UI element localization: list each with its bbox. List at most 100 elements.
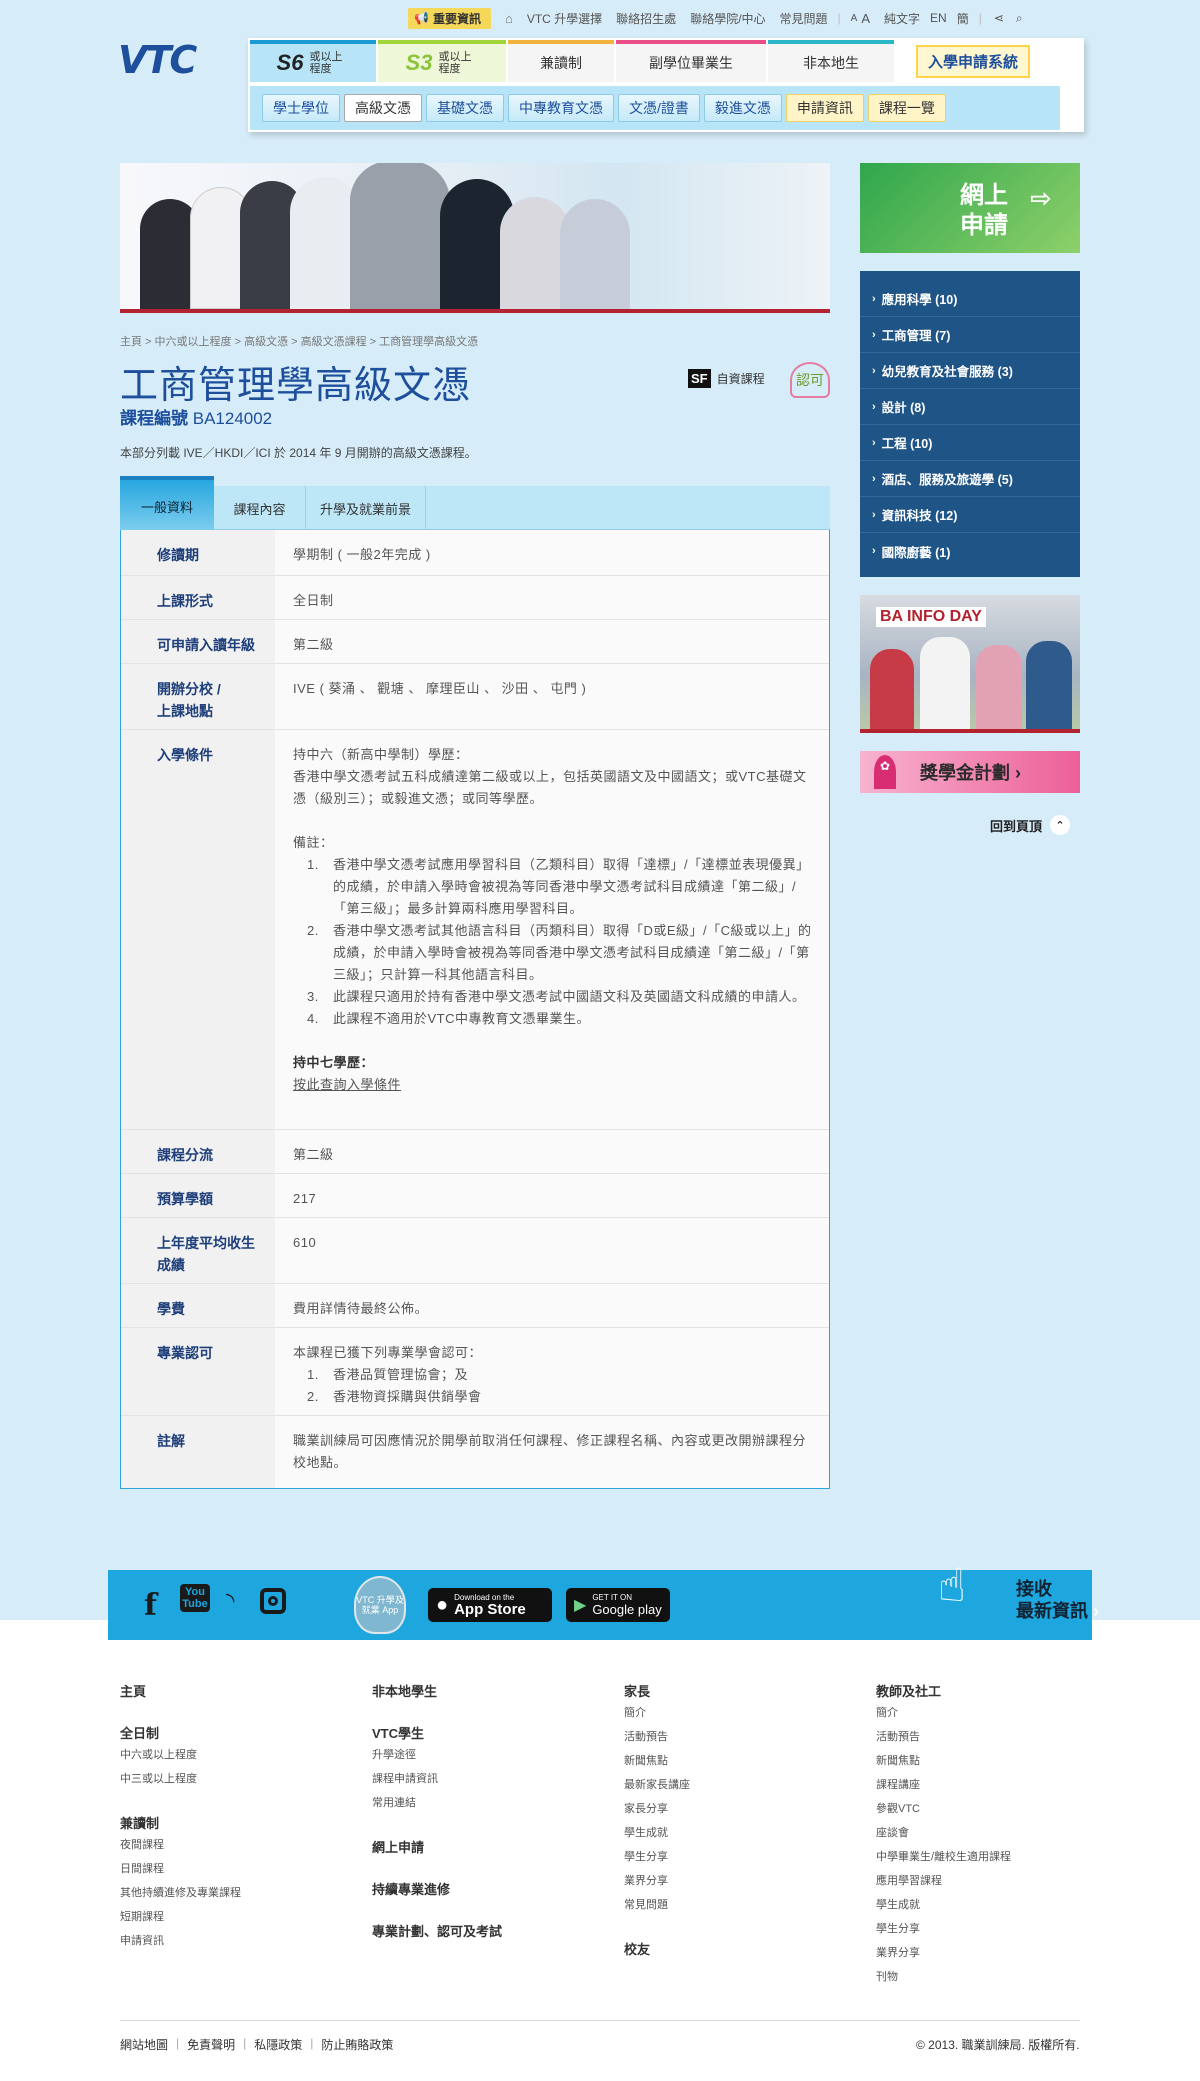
vtc-logo[interactable]: VTC — [118, 38, 206, 94]
top-link-faq[interactable]: 常見問題 — [780, 10, 828, 27]
nav-nonlocal[interactable]: 非本地生 — [768, 40, 894, 82]
back-to-top-link[interactable]: 回到頁頂 ⌃ — [990, 815, 1071, 835]
sitemap-link[interactable]: 網站地圖 — [120, 2036, 168, 2053]
footer-link[interactable]: 學生成就 — [624, 1821, 690, 1845]
subnav-diploma-certificate[interactable]: 文憑/證書 — [618, 94, 700, 122]
app-store-button[interactable]: ● Download on the App Store — [428, 1588, 552, 1622]
f7-requirements-link[interactable]: 按此查詢入學條件 — [293, 1074, 813, 1096]
footer-link[interactable]: 座談會 — [876, 1821, 1011, 1845]
category-item[interactable]: › 設計 (8) — [860, 389, 1080, 425]
footer-link[interactable]: 中三或以上程度 — [120, 1767, 241, 1791]
top-link-institutes[interactable]: 聯絡學院/中心 — [690, 10, 765, 27]
footer-link[interactable]: 家長分享 — [624, 1797, 690, 1821]
footer-link[interactable]: 中六或以上程度 — [120, 1743, 241, 1767]
footer-link[interactable]: 短期課程 — [120, 1905, 241, 1929]
footer-link[interactable]: 日間課程 — [120, 1857, 241, 1881]
vtc-app-badge[interactable]: VTC 升學及就業 App — [354, 1576, 406, 1634]
footer-link[interactable]: 最新家長講座 — [624, 1773, 690, 1797]
footer-link[interactable]: 簡介 — [876, 1701, 1011, 1725]
footer-heading[interactable]: 網上申請 — [372, 1839, 502, 1857]
footer-link[interactable]: 其他持續進修及專業課程 — [120, 1881, 241, 1905]
youtube-icon[interactable]: You Tube — [180, 1584, 210, 1612]
lang-sc-link[interactable]: 簡 — [957, 10, 969, 27]
breadcrumb[interactable]: 主頁 > 中六或以上程度 > 高級文憑 > 高級文憑課程 > 工商管理學高級文憑 — [120, 333, 478, 349]
footer-link[interactable]: 申請資訊 — [120, 1929, 241, 1953]
instagram-icon[interactable] — [260, 1588, 286, 1614]
footer-link[interactable]: 升學途徑 — [372, 1743, 502, 1767]
plain-text-link[interactable]: 純文字 — [884, 10, 920, 27]
footer-heading[interactable]: 主頁 — [120, 1683, 241, 1701]
category-item[interactable]: › 酒店、服務及旅遊學 (5) — [860, 461, 1080, 497]
footer-link[interactable]: 常見問題 — [624, 1893, 690, 1917]
footer-link[interactable]: 學生分享 — [876, 1917, 1011, 1941]
footer-link[interactable]: 新聞焦點 — [624, 1749, 690, 1773]
footer-link[interactable]: 課程講座 — [876, 1773, 1011, 1797]
footer-heading[interactable]: 校友 — [624, 1941, 690, 1959]
chevron-up-icon: ⌃ — [1050, 815, 1071, 835]
tab-course-content[interactable]: 課程內容 — [214, 486, 306, 530]
footer-link[interactable]: 常用連結 — [372, 1791, 502, 1815]
info-day-banner[interactable]: BA INFO DAY — [860, 595, 1080, 733]
important-news-button[interactable]: 📢 重要資訊 — [408, 7, 491, 29]
anti-bribery-link[interactable]: 防止賄賂政策 — [321, 2036, 393, 2053]
footer-link[interactable]: 業界分享 — [876, 1941, 1011, 1965]
footer-link[interactable]: 簡介 — [624, 1701, 690, 1725]
footer-link[interactable]: 學生成就 — [876, 1893, 1011, 1917]
footer-heading[interactable]: 家長 — [624, 1683, 690, 1701]
footer-heading[interactable]: 持續專業進修 — [372, 1881, 502, 1899]
footer-link[interactable]: 中學畢業生/離校生適用課程 — [876, 1845, 1011, 1869]
footer-link[interactable]: 學生分享 — [624, 1845, 690, 1869]
subnav-higher-diploma[interactable]: 高級文憑 — [344, 94, 422, 122]
category-item[interactable]: › 國際廚藝 (1) — [860, 533, 1080, 569]
footer-heading[interactable]: 專業計劃、認可及考試 — [372, 1923, 502, 1941]
footer-heading[interactable]: 全日制 — [120, 1725, 241, 1743]
receive-news-button[interactable]: ☝ 接收 最新資訊 › — [938, 1558, 1118, 1638]
facebook-icon[interactable]: f — [144, 1588, 157, 1623]
subnav-course-list[interactable]: 課程一覽 — [867, 94, 946, 122]
share-icon[interactable]: ⋖ — [994, 11, 1004, 25]
category-item[interactable]: › 資訊科技 (12) — [860, 497, 1080, 533]
privacy-link[interactable]: 私隱政策 — [254, 2036, 302, 2053]
footer-heading[interactable]: 兼讀制 — [120, 1815, 241, 1833]
footer-link[interactable]: 刊物 — [876, 1965, 1011, 1989]
nav-associate[interactable]: 副學位畢業生 — [616, 40, 766, 82]
subnav-application-info[interactable]: 申請資訊 — [785, 94, 864, 122]
footer-link[interactable]: 應用學習課程 — [876, 1869, 1011, 1893]
subnav-foundation-diploma[interactable]: 基礎文憑 — [426, 94, 504, 122]
top-link-admission[interactable]: 聯絡招生處 — [616, 10, 676, 27]
subnav-yi-jin[interactable]: 毅進文憑 — [703, 94, 782, 122]
footer-link[interactable]: 課程申請資訊 — [372, 1767, 502, 1791]
category-item[interactable]: › 工商管理 (7) — [860, 317, 1080, 353]
rss-icon[interactable]: ◝ — [226, 1588, 235, 1614]
scholarship-button[interactable]: ✿ 獎學金計劃 › — [860, 751, 1080, 793]
nav-parttime[interactable]: 兼讀制 — [508, 40, 614, 82]
subnav-diploma-vocational[interactable]: 中專教育文憑 — [508, 94, 614, 122]
nav-apply-system[interactable]: 入學申請系統 — [896, 40, 1050, 82]
category-item[interactable]: › 應用科學 (10) — [860, 281, 1080, 317]
footer-heading[interactable]: 教師及社工 — [876, 1683, 1011, 1701]
footer-heading[interactable]: 非本地學生 — [372, 1683, 502, 1701]
font-small-button[interactable]: A — [851, 13, 858, 24]
online-apply-button[interactable]: 網上 申請 ⇨ — [860, 163, 1080, 253]
nav-s3[interactable]: S3 或以上程度 — [378, 40, 506, 82]
tab-career-prospects[interactable]: 升學及就業前景 — [306, 486, 426, 530]
nav-s6[interactable]: S6 或以上程度 — [250, 40, 376, 82]
subnav-degree[interactable]: 學士學位 — [262, 94, 340, 122]
lang-en-link[interactable]: EN — [930, 11, 947, 25]
footer-link[interactable]: 參觀VTC — [876, 1797, 1011, 1821]
footer-heading[interactable]: VTC學生 — [372, 1725, 502, 1743]
home-icon[interactable]: ⌂ — [505, 11, 513, 26]
category-item[interactable]: › 幼兒教育及社會服務 (3) — [860, 353, 1080, 389]
footer-link[interactable]: 業界分享 — [624, 1869, 690, 1893]
category-item[interactable]: › 工程 (10) — [860, 425, 1080, 461]
footer-link[interactable]: 新聞焦點 — [876, 1749, 1011, 1773]
disclaimer-link[interactable]: 免責聲明 — [187, 2036, 235, 2053]
footer-link[interactable]: 活動預告 — [624, 1725, 690, 1749]
top-link-choices[interactable]: VTC 升學選擇 — [527, 10, 602, 27]
tab-general-info[interactable]: 一般資料 — [120, 476, 214, 530]
search-icon[interactable]: ⌕ — [1016, 11, 1023, 26]
font-large-button[interactable]: A — [861, 11, 870, 26]
footer-link[interactable]: 活動預告 — [876, 1725, 1011, 1749]
google-play-button[interactable]: ▶ GET IT ON Google play — [566, 1588, 670, 1622]
footer-link[interactable]: 夜間課程 — [120, 1833, 241, 1857]
